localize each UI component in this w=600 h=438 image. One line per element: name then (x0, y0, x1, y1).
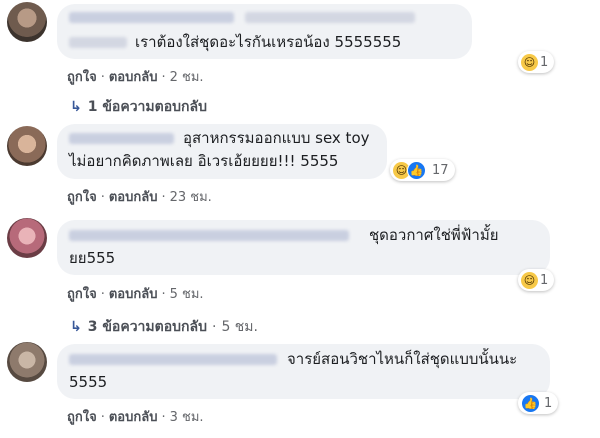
comment-actions: ถูกใจ · ตอบกลับ · 2 ชม. (67, 70, 204, 85)
comment-text-line-1: ชุดอวกาศใช่พี่ฟ้ามั้ย (369, 226, 499, 244)
reaction-summary[interactable]: ☺ 1 (518, 269, 555, 291)
comment-text-line-2: 5555 (69, 373, 108, 391)
comment-actions: ถูกใจ · ตอบกลับ · 23 ชม. (67, 190, 212, 205)
like-icon: 👍 (407, 160, 426, 180)
reaction-count: 1 (540, 272, 549, 288)
blurred-author-name (69, 230, 349, 241)
avatar[interactable] (7, 218, 47, 258)
reaction-summary[interactable]: ☺ 👍 17 (390, 159, 455, 181)
comment-actions: ถูกใจ · ตอบกลับ · 3 ชม. (67, 410, 204, 425)
comment-text-line-1: เราต้องใส่ชุดอะไรกันเหรอน้อง 5555555 (135, 33, 402, 51)
comment-time[interactable]: 23 ชม. (170, 190, 212, 205)
reply-link[interactable]: ตอบกลับ (109, 70, 158, 85)
replies-label: 3 ข้อความตอบกลับ (87, 319, 207, 335)
comment-text-line-1: อุสาหกรรมออกแบบ sex toy (183, 129, 370, 147)
comment-time[interactable]: 3 ชม. (170, 410, 204, 425)
reaction-summary[interactable]: 👍 1 (518, 392, 559, 414)
like-icon: 👍 (521, 393, 540, 413)
comment-bubble: อุสาหกรรมออกแบบ sex toy ไม่อยากคิดภาพเลย… (57, 124, 387, 179)
comment-4: จารย์สอนวิชาไหนก็ใส่ชุดแบบนั้นนะ 5555 👍 … (0, 338, 600, 438)
comment-3: ชุดอวกาศใช่พี่ฟ้ามั้ย ยย555 ☺ 1 ถูกใจ · ตอ… (0, 214, 600, 335)
comment-text-line-2: ไม่อยากคิดภาพเลย อิเวรเอ้ยยยย!!! 5555 (69, 152, 339, 170)
comment-bubble: จารย์สอนวิชาไหนก็ใส่ชุดแบบนั้นนะ 5555 (57, 344, 550, 399)
blurred-tagged-name (245, 12, 415, 23)
comment-text-line-2: ยย555 (69, 249, 116, 267)
comment-actions: ถูกใจ · ตอบกลับ · 5 ชม. (67, 287, 204, 302)
view-replies-link[interactable]: ↳ 3 ข้อความตอบกลับ · 5 ชม. (70, 316, 258, 338)
reply-link[interactable]: ตอบกลับ (109, 287, 158, 302)
reply-link[interactable]: ตอบกลับ (109, 410, 158, 425)
reply-link[interactable]: ตอบกลับ (109, 190, 158, 205)
haha-icon: ☺ (521, 271, 538, 289)
comment-time[interactable]: 2 ชม. (170, 70, 204, 85)
haha-icon: ☺ (521, 53, 538, 71)
avatar[interactable] (7, 2, 47, 42)
comment-2: อุสาหกรรมออกแบบ sex toy ไม่อยากคิดภาพเลย… (0, 120, 600, 220)
like-link[interactable]: ถูกใจ (67, 410, 97, 425)
blurred-author-name (69, 354, 277, 365)
like-link[interactable]: ถูกใจ (67, 287, 97, 302)
reaction-count: 17 (432, 162, 449, 178)
reaction-count: 1 (544, 395, 553, 411)
reaction-count: 1 (540, 54, 549, 70)
avatar[interactable] (7, 342, 47, 382)
blurred-mention (69, 37, 127, 48)
avatar[interactable] (7, 126, 47, 166)
blurred-author-name (69, 12, 234, 23)
comment-time[interactable]: 5 ชม. (170, 287, 204, 302)
replies-label: 1 ข้อความตอบกลับ (87, 99, 207, 115)
comment-1: เราต้องใส่ชุดอะไรกันเหรอน้อง 5555555 ☺ 1… (0, 0, 600, 115)
reaction-summary[interactable]: ☺ 1 (518, 51, 555, 73)
blurred-author-name (69, 133, 174, 144)
reply-arrow-icon: ↳ (70, 319, 82, 335)
view-replies-link[interactable]: ↳ 1 ข้อความตอบกลับ (70, 96, 207, 118)
comment-text-line-1: จารย์สอนวิชาไหนก็ใส่ชุดแบบนั้นนะ (287, 350, 518, 368)
reply-arrow-icon: ↳ (70, 99, 82, 115)
comment-bubble: ชุดอวกาศใช่พี่ฟ้ามั้ย ยย555 (57, 220, 550, 275)
replies-time: 5 ชม. (221, 319, 258, 335)
comment-bubble: เราต้องใส่ชุดอะไรกันเหรอน้อง 5555555 (57, 4, 472, 59)
like-link[interactable]: ถูกใจ (67, 190, 97, 205)
like-link[interactable]: ถูกใจ (67, 70, 97, 85)
